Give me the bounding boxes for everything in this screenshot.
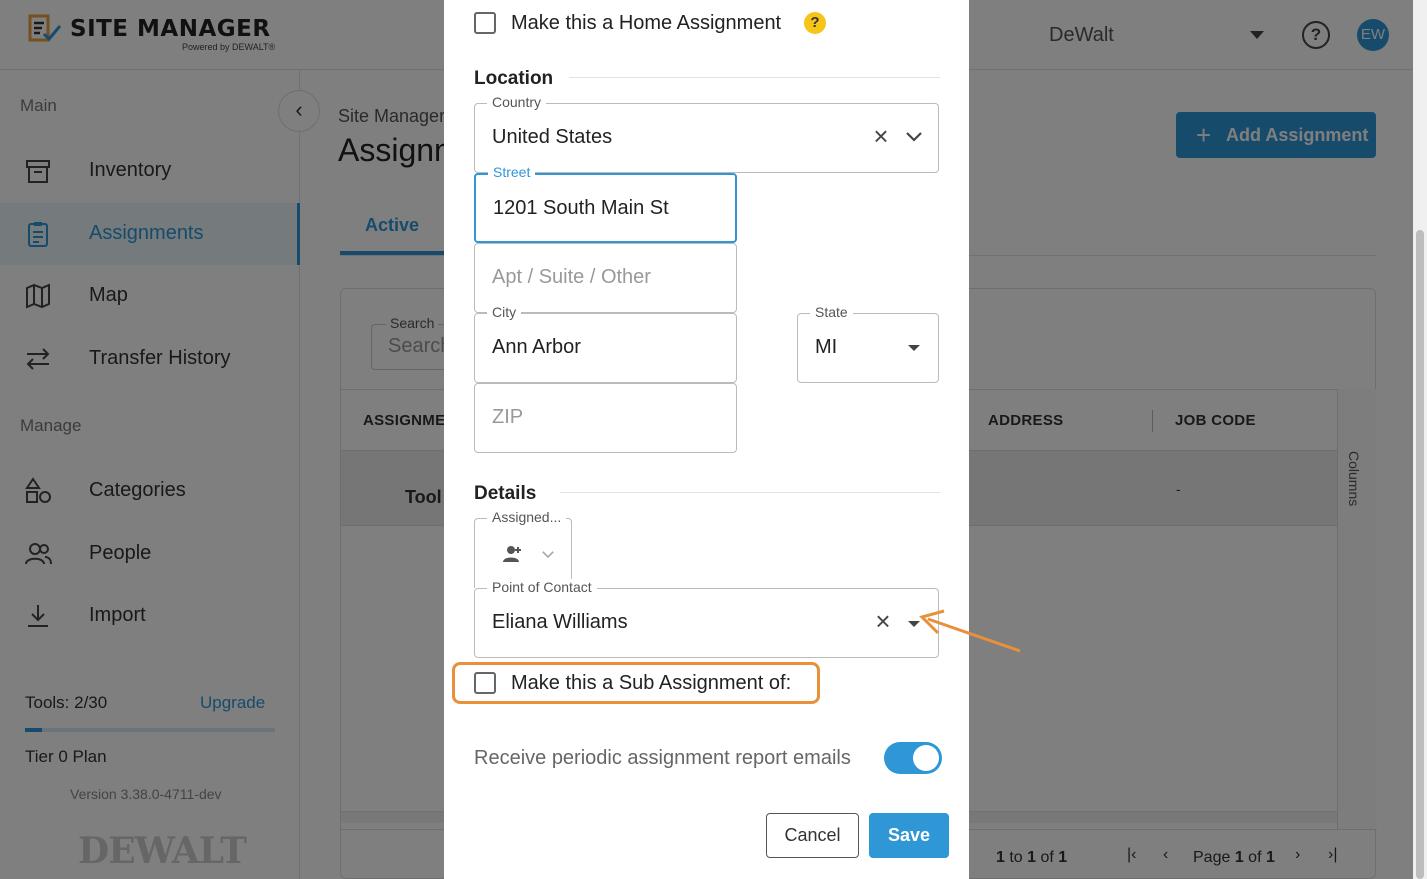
- caret-down-icon[interactable]: [908, 345, 920, 351]
- point-of-contact-select[interactable]: Point of Contact Eliana Williams ×: [474, 579, 939, 658]
- apt-suite-field[interactable]: Apt / Suite / Other: [474, 243, 737, 313]
- street-value: 1201 South Main St: [493, 197, 669, 219]
- location-section-title: Location: [474, 68, 554, 89]
- page-scrollbar[interactable]: [1413, 0, 1427, 879]
- point-of-contact-label: Point of Contact: [487, 579, 597, 595]
- assigned-label: Assigned...: [487, 509, 567, 525]
- assigned-select[interactable]: Assigned...: [474, 509, 572, 588]
- save-button[interactable]: Save: [869, 813, 949, 858]
- point-of-contact-value: Eliana Williams: [492, 611, 628, 633]
- state-label: State: [810, 304, 853, 320]
- state-value: MI: [815, 336, 838, 358]
- help-badge-icon[interactable]: ?: [804, 12, 826, 34]
- scrollbar-thumb[interactable]: [1416, 230, 1424, 879]
- section-divider: [569, 77, 940, 78]
- home-assignment-label[interactable]: Make this a Home Assignment: [511, 12, 781, 35]
- country-value: United States: [492, 126, 613, 148]
- home-assignment-checkbox[interactable]: [474, 12, 496, 34]
- zip-placeholder: ZIP: [492, 406, 524, 428]
- cancel-button[interactable]: Cancel: [766, 813, 859, 858]
- chevron-down-icon[interactable]: [539, 545, 557, 563]
- toggle-knob: [913, 745, 939, 771]
- report-emails-toggle[interactable]: [884, 742, 942, 774]
- person-assign-icon: [503, 546, 521, 562]
- city-field[interactable]: City Ann Arbor: [474, 304, 737, 383]
- sub-assignment-highlight: [452, 662, 820, 704]
- report-emails-label: Receive periodic assignment report email…: [474, 747, 851, 769]
- chevron-down-icon[interactable]: [902, 124, 926, 148]
- edit-assignment-dialog: Make this a Home Assignment ? Location C…: [444, 0, 969, 879]
- country-select[interactable]: Country United States ×: [474, 94, 939, 173]
- clear-icon[interactable]: ×: [871, 608, 895, 634]
- city-value: Ann Arbor: [492, 336, 581, 358]
- details-section-title: Details: [474, 483, 537, 504]
- annotation-arrow-icon: [919, 609, 1021, 653]
- state-select[interactable]: State MI: [797, 304, 939, 383]
- street-field[interactable]: Street 1201 South Main St: [474, 164, 737, 243]
- zip-field[interactable]: ZIP: [474, 383, 737, 453]
- street-label: Street: [488, 164, 536, 180]
- section-divider: [560, 492, 940, 493]
- apt-placeholder: Apt / Suite / Other: [492, 266, 651, 288]
- city-label: City: [487, 304, 522, 320]
- clear-icon[interactable]: ×: [869, 123, 893, 149]
- country-label: Country: [487, 94, 547, 110]
